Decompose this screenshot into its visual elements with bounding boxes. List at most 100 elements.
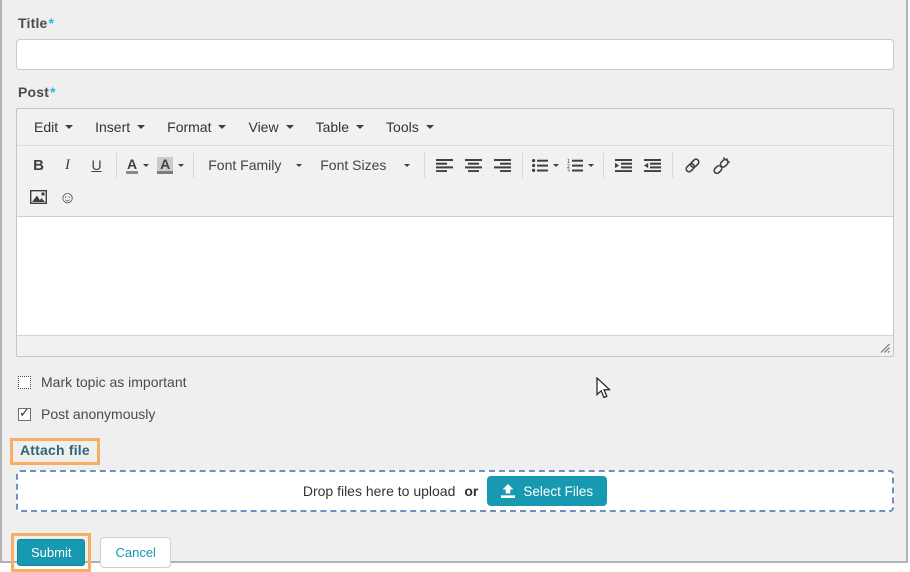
important-checkbox-row[interactable]: Mark topic as important — [18, 374, 894, 390]
list-group: 123 — [528, 151, 598, 179]
insert-image-button[interactable] — [24, 183, 53, 211]
bullet-list-button[interactable] — [528, 151, 563, 179]
italic-button[interactable]: I — [53, 151, 82, 179]
menu-table[interactable]: Table — [307, 113, 373, 141]
editor-toolbar-row2: ☺ — [17, 181, 893, 216]
dropdown-caret-icon — [65, 125, 73, 129]
font-sizes-label: Font Sizes — [320, 157, 386, 173]
text-color-button[interactable]: A — [122, 151, 153, 179]
align-center-button[interactable] — [459, 151, 488, 179]
insert-link-button[interactable] — [678, 151, 707, 179]
dropdown-caret-icon — [143, 164, 149, 167]
underline-button[interactable]: U — [82, 151, 111, 179]
cancel-button[interactable]: Cancel — [100, 537, 170, 568]
menu-tools-label: Tools — [386, 119, 419, 135]
anonymous-checkbox-row[interactable]: ✓ Post anonymously — [18, 406, 894, 422]
link-icon — [684, 157, 701, 174]
rich-text-editor: Edit Insert Format View Table Tools — [16, 108, 894, 357]
toolbar-separator — [672, 153, 673, 178]
anonymous-checkbox[interactable]: ✓ — [18, 408, 31, 421]
title-label: Title* — [18, 15, 894, 31]
checkmark-icon: ✓ — [19, 405, 30, 421]
align-right-icon — [494, 159, 511, 172]
align-right-button[interactable] — [488, 151, 517, 179]
text-style-group: B I U — [24, 151, 111, 179]
align-left-button[interactable] — [430, 151, 459, 179]
important-checkbox[interactable] — [18, 376, 31, 389]
editor-statusbar — [17, 335, 893, 356]
align-group — [430, 151, 517, 179]
anonymous-checkbox-label: Post anonymously — [41, 406, 155, 422]
outdent-button[interactable] — [638, 151, 667, 179]
form-actions: Submit Cancel — [11, 533, 894, 572]
align-left-icon — [436, 159, 453, 172]
attach-file-heading: Attach file — [20, 442, 90, 458]
dropdown-caret-icon — [218, 125, 226, 129]
link-group — [678, 151, 736, 179]
attach-file-highlight-box: Attach file — [10, 438, 100, 465]
toolbar-separator — [424, 153, 425, 178]
bold-icon: B — [33, 157, 44, 174]
emoticon-icon: ☺ — [59, 189, 76, 206]
toolbar-separator — [193, 153, 194, 178]
title-label-text: Title — [18, 15, 48, 31]
post-label-text: Post — [18, 84, 49, 100]
text-color-icon: A — [126, 157, 138, 174]
dropdown-caret-icon — [137, 125, 145, 129]
svg-text:3: 3 — [567, 168, 570, 172]
menu-view[interactable]: View — [239, 113, 302, 141]
required-asterisk: * — [50, 84, 56, 100]
new-topic-form-panel: Title* Post* Edit Insert Format View — [0, 0, 908, 563]
menu-format-label: Format — [167, 119, 211, 135]
image-icon — [30, 190, 47, 204]
dropzone-text: Drop files here to upload — [303, 483, 456, 499]
toolbar-separator — [116, 153, 117, 178]
background-color-icon: A — [157, 157, 173, 174]
italic-icon: I — [65, 157, 70, 174]
insert-emoticon-button[interactable]: ☺ — [53, 183, 82, 211]
font-family-select[interactable]: Font Family — [199, 151, 311, 179]
select-files-button[interactable]: Select Files — [487, 476, 607, 506]
dropdown-caret-icon — [426, 125, 434, 129]
menu-table-label: Table — [316, 119, 349, 135]
font-group: Font Family Font Sizes — [199, 151, 419, 179]
editor-toolbar-row1: B I U A A Font Family — [17, 146, 893, 181]
align-center-icon — [465, 159, 482, 172]
underline-icon: U — [91, 157, 101, 173]
numbered-list-button[interactable]: 123 — [563, 151, 598, 179]
dropdown-caret-icon — [404, 164, 410, 167]
dropdown-caret-icon — [178, 164, 184, 167]
upload-icon — [501, 484, 515, 498]
menu-insert-label: Insert — [95, 119, 130, 135]
editor-menubar: Edit Insert Format View Table Tools — [17, 109, 893, 146]
indent-icon — [615, 159, 632, 172]
menu-format[interactable]: Format — [158, 113, 235, 141]
background-color-button[interactable]: A — [153, 151, 188, 179]
color-group: A A — [122, 151, 188, 179]
submit-button[interactable]: Submit — [17, 539, 85, 566]
numbered-list-icon: 123 — [567, 159, 583, 172]
important-checkbox-label: Mark topic as important — [41, 374, 187, 390]
media-group: ☺ — [24, 183, 82, 211]
bold-button[interactable]: B — [24, 151, 53, 179]
dropdown-caret-icon — [588, 164, 594, 167]
indent-button[interactable] — [609, 151, 638, 179]
submit-highlight-box: Submit — [11, 533, 91, 572]
font-sizes-select[interactable]: Font Sizes — [311, 151, 419, 179]
dropdown-caret-icon — [553, 164, 559, 167]
dropdown-caret-icon — [286, 125, 294, 129]
menu-insert[interactable]: Insert — [86, 113, 154, 141]
file-dropzone[interactable]: Drop files here to upload or Select File… — [16, 470, 894, 512]
dropzone-or-text: or — [464, 483, 478, 499]
resize-grip-icon[interactable] — [879, 342, 890, 353]
select-files-label: Select Files — [523, 484, 593, 499]
editor-content-area[interactable] — [17, 216, 893, 335]
attach-file-section: Attach file — [10, 438, 894, 465]
remove-link-button[interactable] — [707, 151, 736, 179]
unlink-icon — [713, 157, 731, 174]
title-input[interactable] — [16, 39, 894, 70]
menu-edit[interactable]: Edit — [25, 113, 82, 141]
menu-tools[interactable]: Tools — [377, 113, 443, 141]
font-family-label: Font Family — [208, 157, 281, 173]
menu-view-label: View — [248, 119, 278, 135]
